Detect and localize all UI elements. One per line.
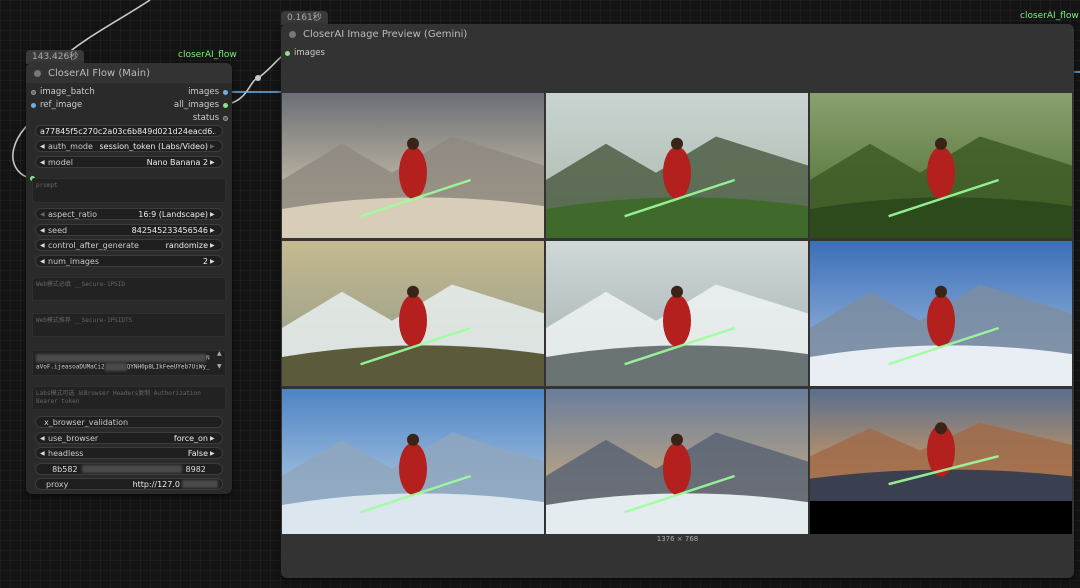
model-select[interactable]: ◀ model Nano Banana 2 ▶ bbox=[35, 156, 223, 168]
slot-dot-icon[interactable] bbox=[223, 102, 228, 108]
output-label-status: status bbox=[192, 113, 219, 123]
input-slot-images[interactable]: images bbox=[285, 48, 325, 58]
scroll-up-icon[interactable]: ▲ bbox=[217, 350, 222, 357]
arrow-left-icon[interactable]: ◀ bbox=[40, 435, 48, 442]
cookie-line-redacted: N bbox=[36, 354, 211, 363]
slot-dot-icon[interactable] bbox=[223, 115, 228, 121]
preview-image-6[interactable] bbox=[810, 241, 1072, 386]
slot-dot-icon[interactable] bbox=[31, 89, 36, 95]
arrow-left-icon[interactable]: ◀ bbox=[40, 242, 48, 249]
preview-image-2[interactable] bbox=[546, 93, 808, 238]
prompt-textarea[interactable]: prompt bbox=[32, 178, 226, 203]
arrow-left-icon[interactable]: ◀ bbox=[40, 450, 48, 457]
preview-node-timing-badge: 0.161秒 bbox=[281, 11, 328, 25]
arrow-left-icon[interactable]: ◀ bbox=[40, 159, 48, 166]
redacted-block bbox=[182, 480, 218, 488]
cookie-textarea[interactable]: N aVoF.ijeasoaDUMaCi2 QYNH0p8LIkFeeUYeb7U… bbox=[32, 350, 226, 376]
arrow-right-icon[interactable]: ▶ bbox=[210, 227, 218, 234]
redacted-block bbox=[81, 465, 182, 473]
preview-image-1[interactable] bbox=[282, 93, 544, 238]
input-slot-image-batch[interactable]: image_batch bbox=[31, 87, 95, 97]
arrow-right-icon[interactable]: ▶ bbox=[210, 435, 218, 442]
proxy-input[interactable]: proxy http://127.0 bbox=[35, 478, 223, 490]
preview-image-7[interactable] bbox=[282, 389, 544, 534]
web-psidts-textarea[interactable]: Web模式推荐 __Secure-1PSIDTS bbox=[32, 313, 226, 337]
output-slot-images[interactable]: images bbox=[188, 87, 228, 97]
output-label-all-images: all_images bbox=[173, 100, 219, 110]
slot-dot-icon[interactable] bbox=[285, 50, 290, 56]
x-browser-validation-input[interactable]: x_browser_validation bbox=[35, 416, 223, 428]
collapse-dot-icon[interactable] bbox=[34, 69, 41, 77]
arrow-right-icon[interactable]: ▶ bbox=[210, 211, 218, 218]
arrow-left-icon[interactable]: ◀ bbox=[40, 227, 48, 234]
web-psid-textarea[interactable]: Web模式必填 __Secure-1PSID bbox=[32, 277, 226, 301]
num-images-input[interactable]: ◀ num_images 2 ▶ bbox=[35, 255, 223, 267]
preview-node-title: CloserAI Image Preview (Gemini) bbox=[303, 28, 468, 40]
arrow-left-icon[interactable]: ◀ bbox=[40, 258, 48, 265]
slot-dot-icon[interactable] bbox=[223, 89, 228, 95]
input-label-ref-image: ref_image bbox=[40, 100, 83, 110]
output-slot-status[interactable]: status bbox=[193, 113, 228, 123]
control-after-generate-select[interactable]: ◀ control_after_generate randomize ▶ bbox=[35, 239, 223, 251]
arrow-right-icon[interactable]: ▶ bbox=[210, 143, 218, 150]
image-dimensions-label: 1376 × 768 bbox=[656, 535, 699, 543]
slot-dot-icon[interactable] bbox=[31, 102, 36, 108]
arrow-right-icon[interactable]: ▶ bbox=[210, 258, 218, 265]
input-label-images: images bbox=[294, 48, 325, 58]
closerai-flow-node[interactable]: CloserAI Flow (Main) image_batch ref_ima… bbox=[26, 63, 232, 494]
flow-group-label: closerAI_flow bbox=[178, 50, 237, 60]
output-slot-all-images[interactable]: all_images bbox=[174, 100, 228, 110]
seed-input[interactable]: ◀ seed 842545233456546 ▶ bbox=[35, 224, 223, 236]
headless-toggle[interactable]: ◀ headless False ▶ bbox=[35, 447, 223, 459]
scroll-down-icon[interactable]: ▼ bbox=[217, 363, 222, 370]
input-slot-ref-image[interactable]: ref_image bbox=[31, 100, 82, 110]
arrow-left-icon[interactable]: ◀ bbox=[40, 143, 48, 150]
auth-mode-select[interactable]: ◀ auth_mode session_token (Labs/Video) ▶ bbox=[35, 140, 223, 152]
input-label-image-batch: image_batch bbox=[40, 87, 95, 97]
flow-node-title: CloserAI Flow (Main) bbox=[48, 67, 151, 79]
arrow-right-icon[interactable]: ▶ bbox=[210, 450, 218, 457]
arrow-right-icon[interactable]: ▶ bbox=[210, 242, 218, 249]
labs-token-textarea[interactable]: Labs模式可选 从Browser Headers复制 Authorizatio… bbox=[32, 386, 226, 410]
preview-image-9[interactable] bbox=[810, 389, 1072, 534]
preview-image-4[interactable] bbox=[282, 241, 544, 386]
preview-group-label: closerAI_flow bbox=[1020, 11, 1079, 21]
flow-node-header[interactable]: CloserAI Flow (Main) bbox=[26, 63, 232, 83]
collapse-dot-icon[interactable] bbox=[289, 30, 296, 38]
cookie-line-2: aVoF.ijeasoaDUMaCi2 QYNH0p8LIkFeeUYeb7UiW… bbox=[36, 362, 210, 371]
hash-input[interactable]: a77845f5c270c2a03c6b849d021d24eacd6... bbox=[35, 125, 223, 137]
arrow-left-icon[interactable]: ◀ bbox=[40, 211, 48, 218]
preview-image-3[interactable] bbox=[810, 93, 1072, 238]
use-browser-select[interactable]: ◀ use_browser force_on ▶ bbox=[35, 432, 223, 444]
output-label-images: images bbox=[188, 87, 219, 97]
preview-node-header[interactable]: CloserAI Image Preview (Gemini) bbox=[281, 24, 1074, 44]
key-input[interactable]: 8b582 8982 bbox=[35, 463, 223, 475]
aspect-ratio-select[interactable]: ◀ aspect_ratio 16:9 (Landscape) ▶ bbox=[35, 208, 223, 220]
flow-node-timing-badge: 143.426秒 bbox=[26, 50, 85, 64]
arrow-right-icon[interactable]: ▶ bbox=[210, 159, 218, 166]
preview-image-8[interactable] bbox=[546, 389, 808, 534]
preview-image-5[interactable] bbox=[546, 241, 808, 386]
